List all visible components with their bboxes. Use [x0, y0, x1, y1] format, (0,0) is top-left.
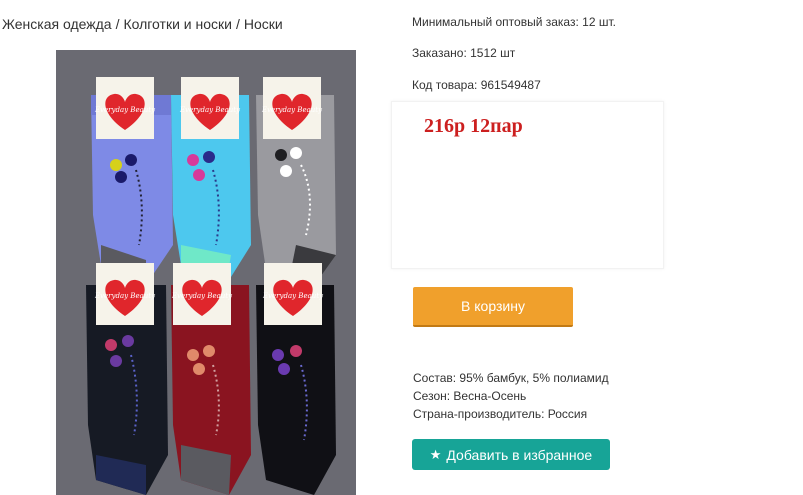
- socks-image: Everyday Beauty Everyday Beauty Everyday…: [56, 50, 356, 495]
- add-to-favorites-button[interactable]: ★ Добавить в избранное: [412, 439, 610, 470]
- composition-text: Состав: 95% бамбук, 5% полиамид: [413, 371, 609, 385]
- label-text: Everyday Beauty: [94, 292, 156, 300]
- label-text: Everyday Beauty: [171, 292, 233, 300]
- min-order-text: Минимальный оптовый заказ: 12 шт.: [412, 15, 616, 29]
- label-text: Everyday Beauty: [94, 106, 156, 114]
- product-properties: Состав: 95% бамбук, 5% полиамид Сезон: В…: [413, 369, 609, 423]
- product-photo[interactable]: Everyday Beauty Everyday Beauty Everyday…: [56, 50, 356, 495]
- breadcrumb-socks[interactable]: Носки: [244, 16, 283, 32]
- breadcrumb-womens-clothing[interactable]: Женская одежда: [2, 16, 112, 32]
- price-note: 216р 12пар: [424, 115, 523, 137]
- add-to-favorites-label: Добавить в избранное: [446, 446, 593, 463]
- add-to-cart-button[interactable]: В корзину: [413, 287, 573, 327]
- breadcrumb-separator: /: [235, 16, 240, 32]
- breadcrumb-separator: /: [115, 16, 120, 32]
- price-note-box: 216р 12пар: [391, 101, 664, 269]
- product-code-text: Код товара: 961549487: [412, 78, 541, 92]
- label-text: Everyday Beauty: [179, 106, 241, 114]
- breadcrumb-tights-socks[interactable]: Колготки и носки: [123, 16, 232, 32]
- label-text: Everyday Beauty: [262, 292, 324, 300]
- country-text: Страна-производитель: Россия: [413, 407, 588, 421]
- label-text: Everyday Beauty: [261, 106, 323, 114]
- season-text: Сезон: Весна-Осень: [413, 389, 527, 403]
- ordered-count-text: Заказано: 1512 шт: [412, 46, 516, 60]
- breadcrumb: Женская одежда / Колготки и носки / Носки: [2, 16, 283, 32]
- star-icon: ★: [429, 446, 442, 462]
